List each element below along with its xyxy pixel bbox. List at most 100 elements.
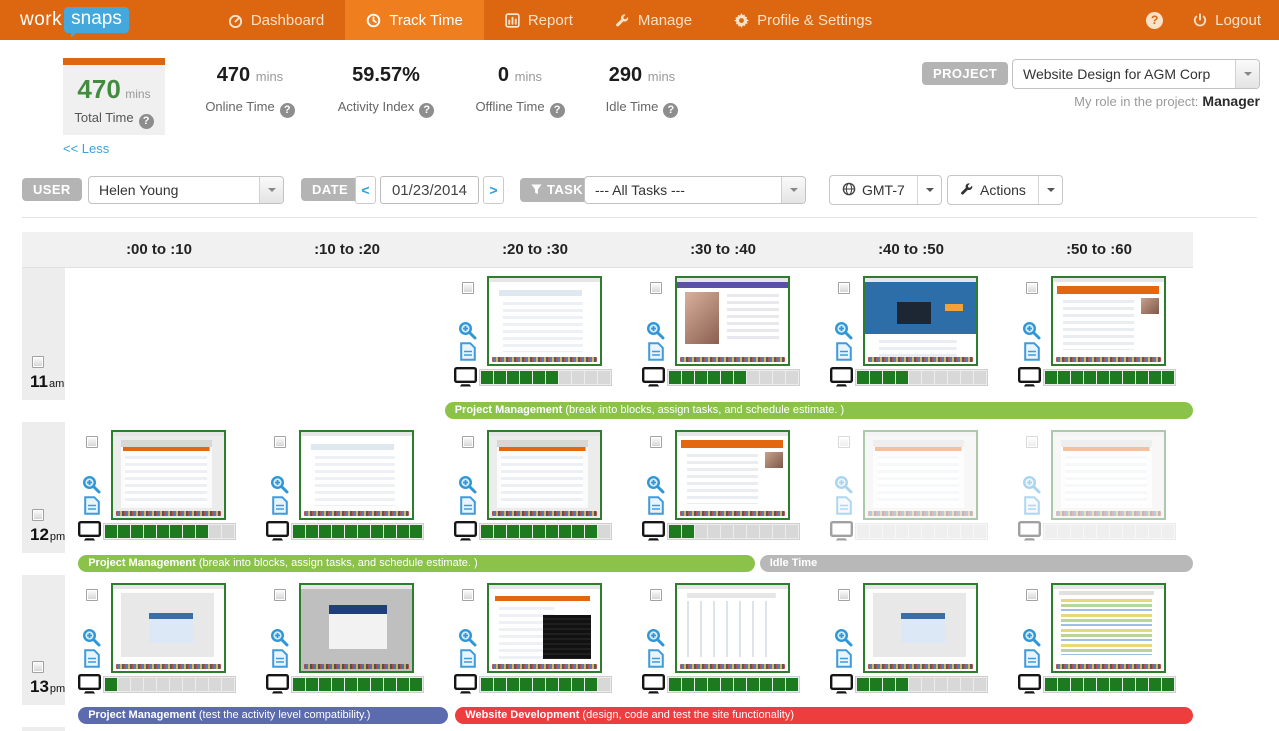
- screenshot-checkbox[interactable]: [462, 282, 474, 294]
- note-document-icon[interactable]: [1024, 496, 1040, 520]
- logout-button[interactable]: Logout: [1193, 0, 1261, 40]
- screenshot-thumbnail[interactable]: [675, 276, 790, 366]
- screenshot-checkbox[interactable]: [650, 436, 662, 448]
- note-document-icon[interactable]: [272, 649, 288, 673]
- task-bar: Website Development (design, code and te…: [455, 707, 1193, 724]
- note-document-icon[interactable]: [648, 342, 664, 366]
- screenshot-checkbox[interactable]: [650, 589, 662, 601]
- card-accent-strip: [63, 58, 165, 65]
- screenshot-thumbnail[interactable]: [863, 430, 978, 520]
- screenshot-checkbox[interactable]: [1026, 436, 1038, 448]
- screenshot-thumbnail[interactable]: [675, 583, 790, 673]
- note-document-icon[interactable]: [460, 342, 476, 366]
- screenshot-thumbnail[interactable]: [487, 276, 602, 366]
- activity-segment: [157, 525, 169, 538]
- monitor-icon[interactable]: [830, 674, 854, 699]
- monitor-icon[interactable]: [78, 521, 102, 546]
- chevron-down-icon[interactable]: [781, 177, 805, 203]
- next-day-button[interactable]: >: [483, 176, 504, 204]
- note-document-icon[interactable]: [1024, 649, 1040, 673]
- help-tooltip-icon[interactable]: [549, 103, 565, 118]
- screenshot-checkbox[interactable]: [274, 436, 286, 448]
- nav-manage[interactable]: Manage: [594, 0, 713, 40]
- note-document-icon[interactable]: [648, 649, 664, 673]
- date-input[interactable]: [380, 176, 479, 204]
- screenshot-checkbox[interactable]: [1026, 282, 1038, 294]
- monitor-icon[interactable]: [642, 521, 666, 546]
- note-document-icon[interactable]: [272, 496, 288, 520]
- chevron-down-icon[interactable]: [916, 176, 941, 204]
- help-tooltip-icon[interactable]: [279, 103, 295, 118]
- activity-segment: [773, 678, 785, 691]
- monitor-icon[interactable]: [642, 674, 666, 699]
- screenshot-checkbox[interactable]: [650, 282, 662, 294]
- screenshot-thumbnail[interactable]: [111, 583, 226, 673]
- screenshot-checkbox[interactable]: [462, 589, 474, 601]
- note-document-icon[interactable]: [1024, 342, 1040, 366]
- activity-segment: [760, 678, 772, 691]
- note-document-icon[interactable]: [84, 496, 100, 520]
- hour-checkbox[interactable]: [32, 356, 44, 368]
- note-document-icon[interactable]: [460, 649, 476, 673]
- monitor-icon[interactable]: [454, 674, 478, 699]
- screenshot-thumbnail[interactable]: [299, 430, 414, 520]
- screenshot-thumbnail[interactable]: [1051, 430, 1166, 520]
- note-document-icon[interactable]: [460, 496, 476, 520]
- monitor-icon[interactable]: [830, 521, 854, 546]
- screenshot-checkbox[interactable]: [462, 436, 474, 448]
- screenshot-checkbox[interactable]: [86, 436, 98, 448]
- screenshot-thumbnail[interactable]: [1051, 583, 1166, 673]
- less-link[interactable]: << Less: [63, 141, 109, 156]
- screenshot-thumbnail[interactable]: [487, 583, 602, 673]
- help-icon[interactable]: [1146, 11, 1164, 29]
- monitor-icon[interactable]: [642, 367, 666, 392]
- timezone-button[interactable]: GMT-7: [829, 175, 942, 205]
- screenshot-checkbox[interactable]: [86, 589, 98, 601]
- user-select[interactable]: Helen Young: [88, 176, 284, 204]
- screenshot-thumbnail[interactable]: [675, 430, 790, 520]
- task-select[interactable]: --- All Tasks ---: [584, 176, 806, 204]
- screenshot-thumbnail[interactable]: [111, 430, 226, 520]
- screenshot-checkbox[interactable]: [1026, 589, 1038, 601]
- screenshot-checkbox[interactable]: [838, 282, 850, 294]
- monitor-icon[interactable]: [454, 367, 478, 392]
- nav-dashboard[interactable]: Dashboard: [207, 0, 345, 40]
- previous-day-button[interactable]: <: [355, 176, 376, 204]
- monitor-icon[interactable]: [1018, 521, 1042, 546]
- screenshot-thumbnail[interactable]: [487, 430, 602, 520]
- note-document-icon[interactable]: [836, 342, 852, 366]
- chevron-down-icon[interactable]: [1037, 176, 1062, 204]
- monitor-icon[interactable]: [1018, 367, 1042, 392]
- monitor-icon[interactable]: [78, 674, 102, 699]
- note-document-icon[interactable]: [84, 649, 100, 673]
- hour-checkbox[interactable]: [32, 661, 44, 673]
- nav-report[interactable]: Report: [484, 0, 594, 40]
- note-document-icon[interactable]: [836, 649, 852, 673]
- screenshot-thumbnail[interactable]: [863, 583, 978, 673]
- monitor-icon[interactable]: [266, 521, 290, 546]
- note-document-icon[interactable]: [648, 496, 664, 520]
- note-document-icon[interactable]: [836, 496, 852, 520]
- help-tooltip-icon[interactable]: [663, 103, 679, 118]
- hour-checkbox[interactable]: [32, 509, 44, 521]
- monitor-icon[interactable]: [1018, 674, 1042, 699]
- actions-button[interactable]: Actions: [947, 175, 1063, 205]
- monitor-icon[interactable]: [454, 521, 478, 546]
- screenshot-checkbox[interactable]: [838, 589, 850, 601]
- screenshot-thumbnail[interactable]: [863, 276, 978, 366]
- monitor-icon[interactable]: [266, 674, 290, 699]
- screenshot-checkbox[interactable]: [274, 589, 286, 601]
- nav-profile-settings[interactable]: Profile & Settings: [713, 0, 893, 40]
- worksnaps-logo[interactable]: work snaps: [20, 7, 129, 38]
- monitor-icon[interactable]: [830, 367, 854, 392]
- help-tooltip-icon[interactable]: [138, 114, 154, 129]
- chevron-down-icon[interactable]: [259, 177, 283, 203]
- nav-track-time[interactable]: Track Time: [345, 0, 484, 40]
- help-tooltip-icon[interactable]: [419, 103, 435, 118]
- project-select[interactable]: Website Design for AGM Corp: [1012, 59, 1260, 89]
- screenshot-checkbox[interactable]: [838, 436, 850, 448]
- actions-label: Actions: [980, 182, 1026, 198]
- screenshot-thumbnail[interactable]: [299, 583, 414, 673]
- chevron-down-icon[interactable]: [1235, 60, 1259, 88]
- screenshot-thumbnail[interactable]: [1051, 276, 1166, 366]
